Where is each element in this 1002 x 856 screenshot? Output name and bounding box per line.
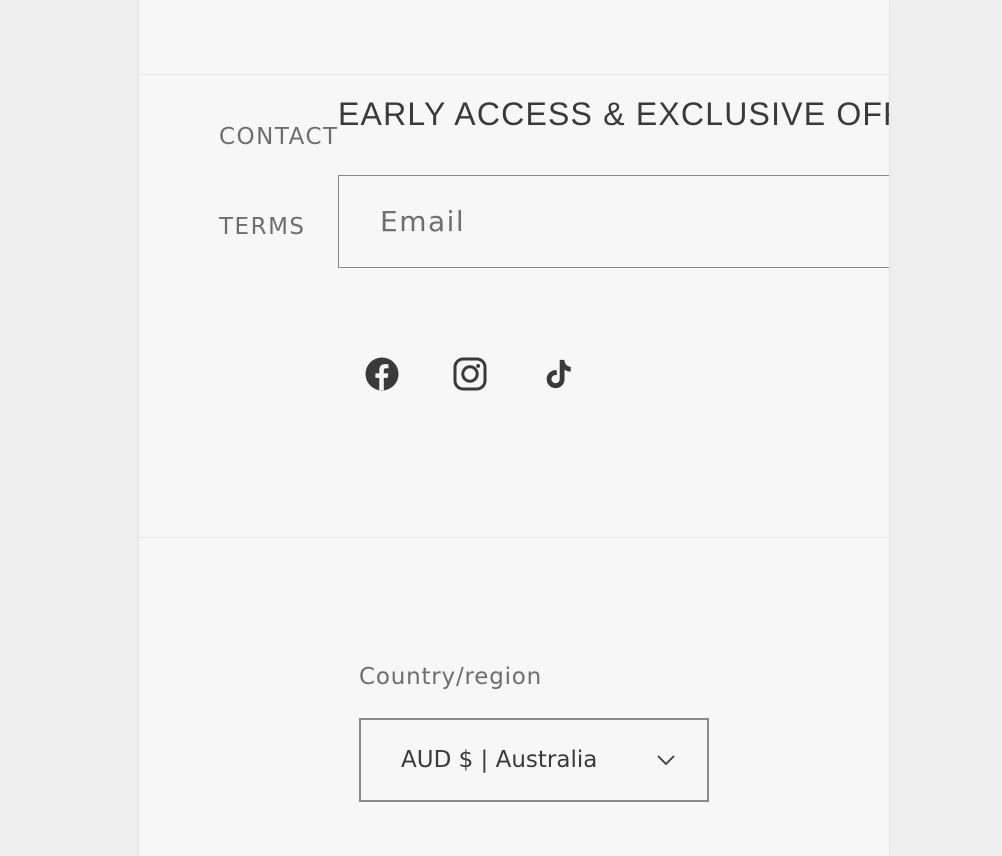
country-selector[interactable]: AUD $ | Australia <box>359 718 709 802</box>
tiktok-icon <box>546 359 571 389</box>
email-field[interactable] <box>339 176 889 267</box>
bottom-divider <box>139 537 889 538</box>
instagram-icon <box>453 357 487 391</box>
newsletter-heading: EARLY ACCESS & EXCLUSIVE OFFERS <box>338 96 889 132</box>
country-region-label: Country/region <box>359 664 543 690</box>
chevron-down-icon <box>657 755 675 766</box>
facebook-link[interactable] <box>362 354 402 394</box>
footer-page: CONTACT TERMS EARLY ACCESS & EXCLUSIVE O… <box>139 0 889 856</box>
top-divider <box>139 74 889 75</box>
footer-link-terms[interactable]: TERMS <box>219 216 306 239</box>
tiktok-link[interactable] <box>538 354 578 394</box>
facebook-icon <box>365 357 399 391</box>
country-selected-value: AUD $ | Australia <box>401 747 598 773</box>
instagram-link[interactable] <box>450 354 490 394</box>
footer-link-contact[interactable]: CONTACT <box>219 126 339 149</box>
email-field-wrapper <box>338 175 889 268</box>
